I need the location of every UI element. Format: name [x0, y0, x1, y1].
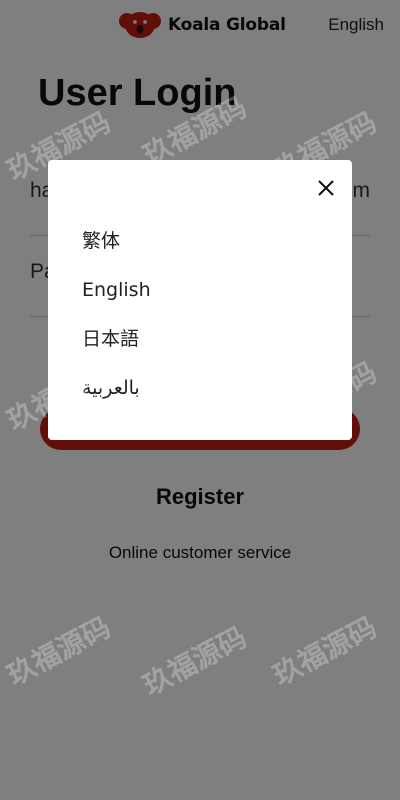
language-list: 繁体 English 日本語 بالعربية: [82, 228, 151, 424]
language-option-arabic[interactable]: بالعربية: [82, 375, 151, 424]
language-option-english[interactable]: English: [82, 277, 151, 326]
language-option-traditional-chinese[interactable]: 繁体: [82, 228, 151, 277]
close-icon[interactable]: [316, 178, 336, 198]
language-modal: 繁体 English 日本語 بالعربية: [48, 160, 352, 440]
language-option-japanese[interactable]: 日本語: [82, 326, 151, 375]
